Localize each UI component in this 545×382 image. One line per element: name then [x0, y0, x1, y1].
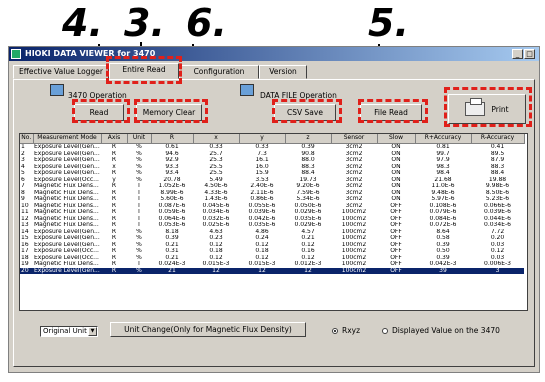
table-cell: ON — [391, 143, 401, 150]
table-cell: 12 — [239, 267, 285, 274]
highlight-file-read — [358, 99, 428, 123]
column-header[interactable]: x — [193, 134, 240, 144]
minimize-button[interactable]: _ — [512, 49, 523, 59]
column-header[interactable]: Measurement Mode — [33, 134, 102, 144]
unit-select[interactable]: Original Unit ▼ — [40, 326, 98, 337]
table-cell: 0.33 — [255, 143, 269, 150]
column-header[interactable]: z — [285, 134, 332, 144]
table-cell: 39 — [415, 267, 471, 274]
data-table[interactable]: No. Measurement Mode Axis Unit Rx y z Sensor Slo… — [19, 133, 528, 311]
tab-configuration[interactable]: Configuration — [179, 65, 259, 79]
radio-displayed-value-label: Displayed Value on the 3470 — [392, 326, 500, 335]
table-cell: 3cm2 — [345, 143, 363, 150]
column-header[interactable]: R-Accuracy — [471, 134, 525, 144]
annotation-number-4: 4. — [62, 1, 103, 45]
chevron-down-icon[interactable]: ▼ — [88, 327, 97, 336]
tab-effective-value-logger[interactable]: Effective Value Logger — [13, 65, 109, 79]
table-cell: 12 — [285, 267, 331, 274]
table-cell: 20 — [20, 267, 33, 274]
table-cell: Exposure Level(Gen... — [34, 143, 100, 150]
table-cell: 3 — [471, 267, 524, 274]
table-cell: Exposure Level(Gen... — [33, 267, 101, 274]
column-header[interactable]: y — [239, 134, 286, 144]
radio-displayed-value-indicator[interactable] — [382, 327, 388, 334]
unit-change-button-label: Unit Change(Only for Magnetic Flux Densi… — [124, 325, 292, 334]
table-cell: 21 — [151, 267, 193, 274]
maximize-button[interactable]: □ — [524, 49, 535, 59]
table-cell: 12 — [193, 267, 239, 274]
device-icon — [50, 84, 64, 96]
table-header-row: No. Measurement Mode Axis Unit Rx y z Sensor Slo… — [20, 134, 525, 144]
table-cell: 0.41 — [490, 143, 505, 150]
highlight-print — [444, 87, 532, 127]
table-cell: OFF — [377, 267, 415, 274]
table-row[interactable]: 20 Exposure Level(Gen... R% 21 12 12 12 100cm2 O… — [20, 267, 524, 274]
table-cell: 0.81 — [436, 143, 450, 150]
column-header[interactable]: Unit — [127, 134, 152, 144]
radio-rxyz[interactable]: Rxyz — [332, 326, 360, 335]
column-header[interactable]: Sensor — [331, 134, 378, 144]
table-cell: % — [136, 143, 142, 150]
column-header[interactable]: No. — [20, 134, 34, 144]
annotation-number-3: 3. — [124, 1, 165, 45]
unit-change-button[interactable]: Unit Change(Only for Magnetic Flux Densi… — [110, 322, 306, 337]
column-header[interactable]: Axis — [101, 134, 128, 144]
table-cell: 0.33 — [209, 143, 223, 150]
table-row[interactable]: 1 Exposure Level(Gen... R% 0.61 0.33 0.33 0.39… — [20, 144, 524, 151]
table-cell: % — [127, 267, 151, 274]
radio-rxyz-indicator[interactable] — [332, 327, 338, 334]
highlight-read — [72, 99, 130, 123]
unit-select-value: Original Unit — [43, 327, 87, 335]
table-cell: R — [101, 267, 127, 274]
radio-displayed-value[interactable]: Displayed Value on the 3470 — [382, 326, 500, 335]
table-cell: 100cm2 — [331, 267, 377, 274]
table-cell: 1 — [21, 143, 25, 150]
measurement-table: No. Measurement Mode Axis Unit Rx y z Sensor Slo… — [20, 134, 525, 274]
table-cell: 0.61 — [165, 143, 179, 150]
annotation-number-6: 6. — [186, 1, 227, 45]
table-cell: 0.39 — [301, 143, 315, 150]
column-header[interactable]: R — [151, 134, 194, 144]
column-header[interactable]: R+Accuracy — [415, 134, 472, 144]
file-icon — [240, 84, 254, 96]
highlight-memory-clear — [134, 99, 208, 123]
table-cell: R — [111, 143, 117, 150]
highlight-csv-save — [272, 99, 342, 123]
tab-entire-read[interactable]: Entire Read — [109, 63, 179, 79]
title-bar: HIOKI DATA VIEWER for 3470 _ □ — [9, 47, 539, 61]
column-header[interactable]: Slow — [377, 134, 416, 144]
radio-rxyz-label: Rxyz — [342, 326, 361, 335]
tab-version[interactable]: Version — [259, 65, 307, 79]
table-body: 1 Exposure Level(Gen... R% 0.61 0.33 0.33 0.39… — [20, 144, 524, 274]
app-icon — [11, 49, 21, 59]
annotation-number-5: 5. — [368, 1, 409, 45]
